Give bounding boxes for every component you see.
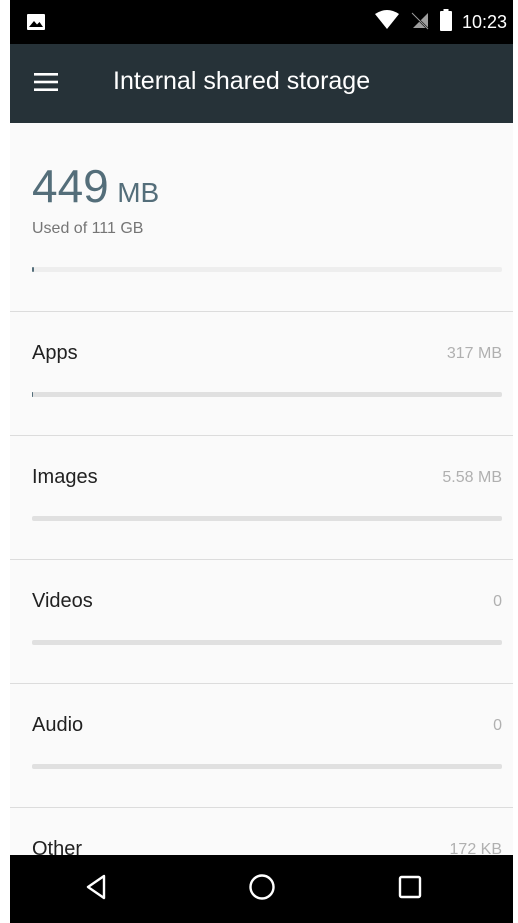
total-usage-fill	[32, 267, 34, 272]
recents-button[interactable]	[390, 869, 430, 909]
home-icon	[248, 873, 276, 905]
status-bar: 10:23	[10, 0, 513, 44]
storage-summary: 449 MB Used of 111 GB	[10, 123, 513, 311]
clock: 10:23	[461, 11, 507, 32]
phone-screen: 10:23 Internal shared storage 449 MB Use…	[10, 0, 513, 923]
category-size: 0	[493, 717, 502, 734]
category-size: 5.58 MB	[442, 469, 502, 486]
status-icons: 10:23	[374, 8, 507, 36]
category-usage-fill	[32, 392, 34, 397]
menu-button[interactable]	[24, 62, 68, 106]
used-caption: Used of 111 GB	[32, 220, 144, 237]
total-usage-bar	[32, 267, 502, 272]
category-label: Audio	[32, 714, 84, 736]
image-icon	[26, 12, 46, 32]
used-amount: 449 MB	[32, 159, 159, 213]
category-usage-bar	[32, 392, 502, 397]
navigation-bar	[10, 855, 513, 923]
category-row-other[interactable]: Other 172 KB	[10, 808, 513, 855]
back-button[interactable]	[76, 869, 116, 909]
page-title: Internal shared storage	[113, 67, 371, 95]
app-bar: Internal shared storage	[10, 44, 513, 123]
category-label: Videos	[32, 590, 93, 612]
category-row-audio[interactable]: Audio 0	[10, 684, 513, 808]
category-usage-bar	[32, 640, 502, 645]
no-sim-icon	[410, 10, 430, 34]
category-size: 317 MB	[446, 345, 502, 362]
category-row-images[interactable]: Images 5.58 MB	[10, 436, 513, 560]
menu-icon	[34, 73, 58, 95]
category-label: Apps	[32, 342, 78, 364]
category-size: 0	[493, 593, 502, 610]
back-icon	[85, 874, 107, 904]
home-button[interactable]	[242, 869, 282, 909]
category-row-videos[interactable]: Videos 0	[10, 560, 513, 684]
used-value: 449	[32, 160, 109, 212]
category-label: Other	[32, 838, 83, 855]
category-usage-bar	[32, 516, 502, 521]
battery-icon	[439, 9, 452, 35]
recents-icon	[398, 875, 422, 903]
wifi-icon	[374, 10, 400, 34]
category-label: Images	[32, 466, 98, 488]
category-usage-bar	[32, 764, 502, 769]
storage-content[interactable]: 449 MB Used of 111 GB Apps 317 MB Images	[10, 123, 513, 855]
category-row-apps[interactable]: Apps 317 MB	[10, 312, 513, 436]
screen: 10:23 Internal shared storage 449 MB Use…	[0, 0, 518, 923]
used-unit: MB	[117, 177, 160, 208]
category-size: 172 KB	[449, 841, 502, 855]
